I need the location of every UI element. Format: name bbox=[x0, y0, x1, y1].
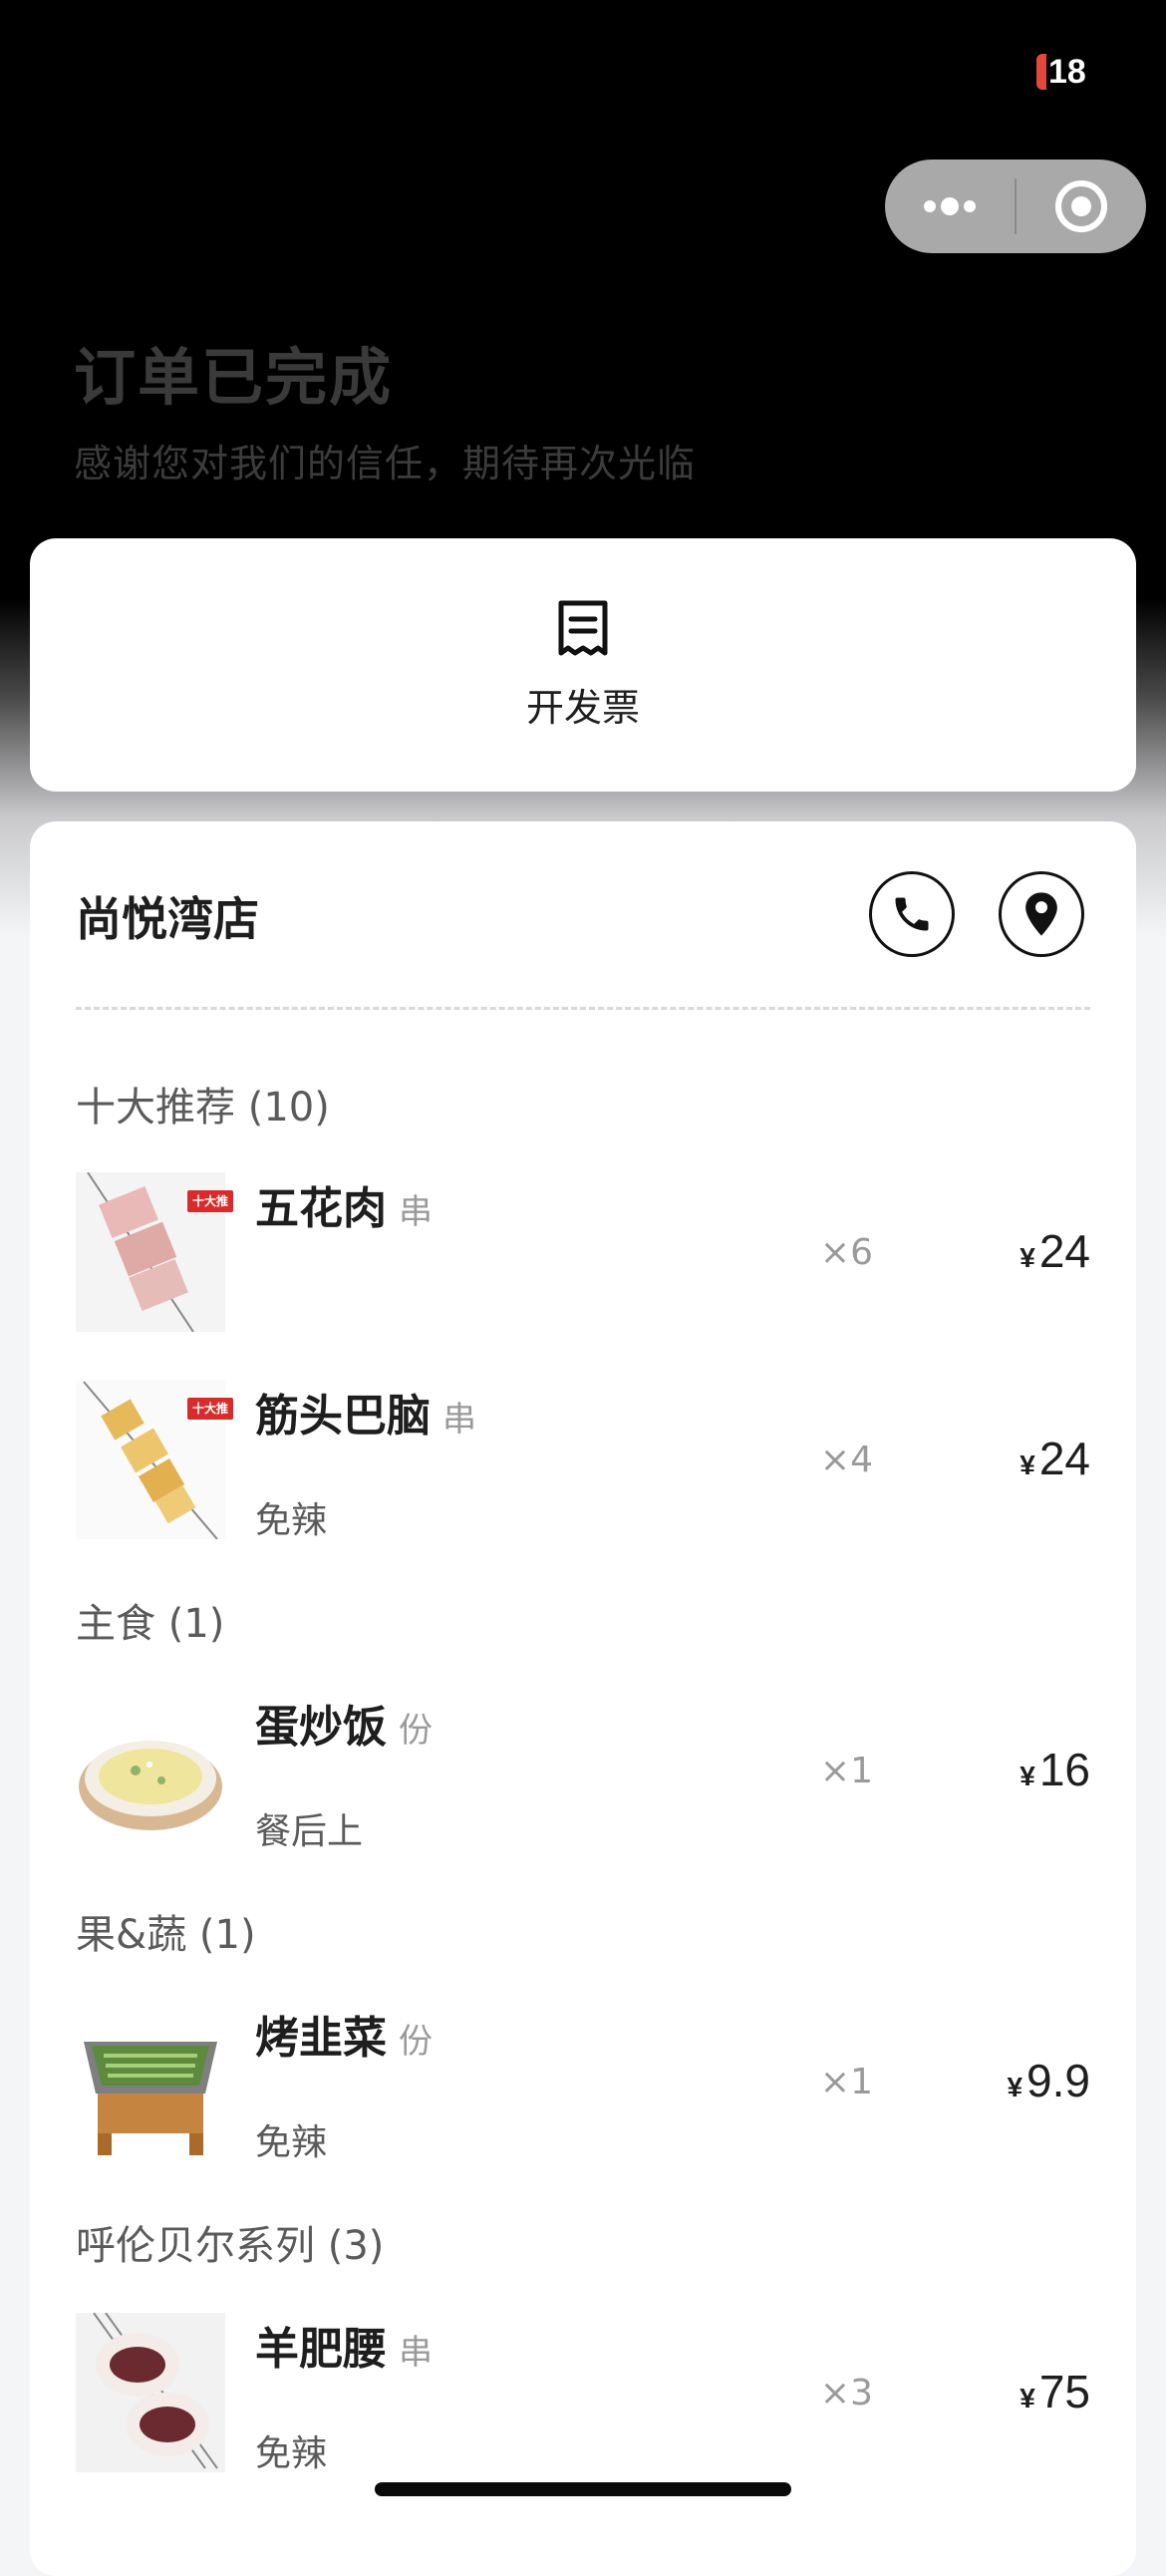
home-indicator[interactable] bbox=[375, 2482, 791, 2496]
item-unit: 份 bbox=[399, 2022, 433, 2062]
item-quantity: ×3 bbox=[819, 2373, 873, 2414]
item-name: 烤韭菜份 bbox=[255, 2002, 433, 2066]
item-price: ¥9.9 bbox=[1007, 2054, 1090, 2107]
item-name-text: 烤韭菜 bbox=[255, 2013, 387, 2064]
item-name-text: 羊肥腰 bbox=[255, 2324, 387, 2375]
call-store-button[interactable] bbox=[869, 871, 955, 957]
receipt-icon bbox=[558, 600, 608, 655]
location-pin-icon bbox=[1025, 892, 1057, 936]
item-price-value: 75 bbox=[1038, 2366, 1090, 2417]
list-item: 十大推 五花肉串 ×6 ¥24 bbox=[76, 1172, 1090, 1342]
section-title: 主食 (1) bbox=[76, 1601, 225, 1647]
item-name: 五花肉串 bbox=[255, 1172, 433, 1236]
item-price: ¥24 bbox=[1020, 1432, 1090, 1485]
more-dots-icon bbox=[924, 197, 976, 215]
item-unit: 串 bbox=[399, 2333, 433, 2373]
list-item: 烤韭菜份 免辣 ×1 ¥9.9 bbox=[76, 2002, 1090, 2171]
order-status-subtitle: 感谢您对我们的信任，期待再次光临 bbox=[74, 442, 697, 485]
invoice-label: 开发票 bbox=[525, 685, 640, 730]
item-quantity: ×6 bbox=[819, 1232, 873, 1273]
miniprogram-capsule bbox=[885, 160, 1146, 253]
list-item: 羊肥腰串 免辣 ×3 ¥75 bbox=[76, 2313, 1090, 2482]
item-note: 餐后上 bbox=[255, 1811, 364, 1852]
item-name-text: 五花肉 bbox=[255, 1183, 387, 1234]
currency-symbol: ¥ bbox=[1020, 2383, 1035, 2414]
order-status-title: 订单已完成 bbox=[74, 341, 394, 414]
item-note: 免辣 bbox=[255, 1500, 328, 1541]
item-image bbox=[76, 2313, 225, 2472]
invoice-button[interactable]: 开发票 bbox=[30, 538, 1136, 792]
item-unit: 份 bbox=[399, 1711, 433, 1751]
phone-icon bbox=[895, 897, 929, 931]
item-quantity: ×1 bbox=[819, 1751, 873, 1791]
order-card: 尚悦湾店 十大推荐 (10) 十大推 五花肉串 ×6 ¥24 十大推 筋头巴脑 … bbox=[30, 821, 1136, 2576]
section-title: 十大推荐 (10) bbox=[76, 1085, 330, 1130]
item-quantity: ×4 bbox=[819, 1440, 873, 1480]
currency-symbol: ¥ bbox=[1007, 2072, 1023, 2102]
section-title: 呼伦贝尔系列 (3) bbox=[76, 2223, 385, 2269]
item-price-value: 16 bbox=[1038, 1744, 1090, 1795]
item-name-text: 蛋炒饭 bbox=[255, 1702, 387, 1753]
item-price-value: 9.9 bbox=[1026, 2055, 1090, 2106]
top-ten-badge: 十大推 bbox=[187, 1398, 233, 1420]
item-quantity: ×1 bbox=[819, 2062, 873, 2102]
item-name: 羊肥腰串 bbox=[255, 2313, 433, 2377]
currency-symbol: ¥ bbox=[1020, 1761, 1035, 1791]
item-image bbox=[76, 1691, 225, 1850]
close-target-icon bbox=[1055, 180, 1107, 232]
item-price: ¥24 bbox=[1020, 1224, 1090, 1278]
item-note: 免辣 bbox=[255, 2433, 328, 2474]
item-unit: 串 bbox=[442, 1400, 476, 1440]
list-item: 蛋炒饭份 餐后上 ×1 ¥16 bbox=[76, 1691, 1090, 1860]
store-name: 尚悦湾店 bbox=[76, 892, 259, 946]
item-price-value: 24 bbox=[1038, 1225, 1090, 1277]
battery-indicator: 18 bbox=[1036, 54, 1090, 90]
item-unit: 串 bbox=[399, 1192, 433, 1232]
item-name: 蛋炒饭份 bbox=[255, 1691, 433, 1755]
divider-dashed bbox=[76, 1007, 1090, 1010]
battery-level: 18 bbox=[1048, 53, 1086, 91]
item-image bbox=[76, 2002, 225, 2161]
battery-icon bbox=[1036, 54, 1046, 90]
more-button[interactable] bbox=[885, 160, 1015, 253]
top-ten-badge: 十大推 bbox=[187, 1190, 233, 1212]
currency-symbol: ¥ bbox=[1020, 1449, 1035, 1480]
store-location-button[interactable] bbox=[999, 871, 1084, 957]
section-title: 果&蔬 (1) bbox=[76, 1912, 256, 1958]
item-price-value: 24 bbox=[1038, 1433, 1090, 1484]
item-price: ¥75 bbox=[1020, 2365, 1090, 2418]
close-button[interactable] bbox=[1017, 160, 1146, 253]
item-name: 筋头巴脑串 bbox=[255, 1380, 476, 1444]
currency-symbol: ¥ bbox=[1020, 1242, 1035, 1273]
item-note: 免辣 bbox=[255, 2122, 328, 2163]
item-name-text: 筋头巴脑 bbox=[255, 1391, 431, 1442]
item-price: ¥16 bbox=[1020, 1743, 1090, 1796]
list-item: 十大推 筋头巴脑串 免辣 ×4 ¥24 bbox=[76, 1380, 1090, 1549]
